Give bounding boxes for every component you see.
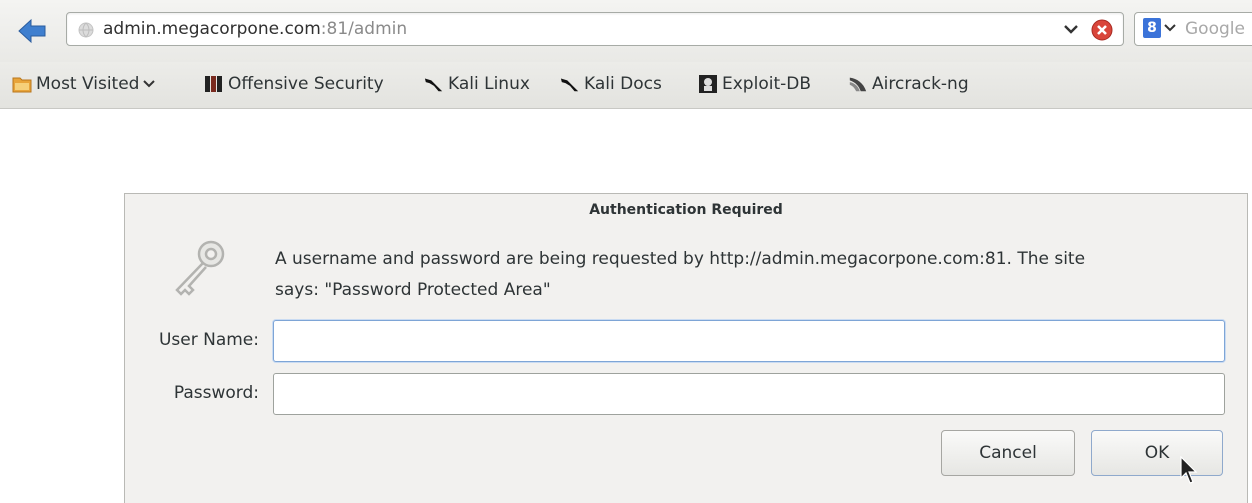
globe-icon (78, 22, 94, 38)
bookmark-kali-docs[interactable]: Kali Docs (560, 71, 662, 97)
bookmark-kali-linux[interactable]: Kali Linux (424, 71, 530, 97)
username-field[interactable] (273, 320, 1225, 362)
url-path: :81/admin (320, 19, 408, 39)
search-engine-selector[interactable]: 8 (1143, 18, 1176, 38)
bookmark-exploit-db[interactable]: Exploit-DB (698, 71, 811, 97)
folder-icon (12, 74, 32, 94)
url-bar[interactable]: admin.megacorpone.com:81/admin (66, 12, 1124, 46)
offsec-icon (204, 74, 224, 94)
url-text[interactable]: admin.megacorpone.com:81/admin (103, 19, 407, 39)
authentication-dialog: Authentication Required A username and p… (124, 193, 1248, 503)
dialog-message: A username and password are being reques… (275, 244, 1195, 306)
cancel-button[interactable]: Cancel (941, 430, 1075, 476)
navigation-toolbar: admin.megacorpone.com:81/admin 8 Google (0, 0, 1252, 62)
kali-dragon-icon (560, 74, 580, 94)
dialog-message-line: says: "Password Protected Area" (275, 280, 551, 300)
bookmark-most-visited[interactable]: Most Visited (12, 71, 156, 97)
bookmark-label: Kali Docs (584, 74, 662, 94)
bookmark-label: Exploit-DB (722, 74, 811, 94)
back-arrow-icon (18, 18, 46, 44)
chevron-down-icon (1164, 24, 1176, 32)
key-icon (175, 240, 225, 296)
bookmark-aircrack-ng[interactable]: Aircrack-ng (848, 71, 969, 97)
bookmark-label: Offensive Security (228, 74, 384, 94)
password-field[interactable] (273, 373, 1225, 415)
mouse-cursor-icon (1180, 456, 1198, 484)
password-label: Password: (173, 383, 259, 403)
bookmark-offensive-security[interactable]: Offensive Security (204, 71, 384, 97)
google-icon: 8 (1143, 18, 1161, 38)
search-bar[interactable]: 8 Google (1134, 12, 1252, 46)
kali-dragon-icon (424, 74, 444, 94)
username-label: User Name: (158, 330, 259, 350)
search-input[interactable]: Google (1185, 19, 1245, 39)
url-host: admin.megacorpone.com (103, 19, 321, 39)
chevron-down-icon (143, 80, 156, 88)
ok-button[interactable]: OK (1091, 430, 1223, 476)
chevron-down-icon[interactable] (1063, 22, 1079, 36)
dialog-title: Authentication Required (589, 202, 783, 218)
bookmark-label: Most Visited (36, 74, 140, 94)
dialog-message-line: A username and password are being reques… (275, 249, 1086, 269)
stop-icon[interactable] (1091, 19, 1113, 41)
back-button[interactable] (14, 16, 50, 46)
exploitdb-icon (698, 74, 718, 94)
bookmarks-toolbar: Most Visited Offensive Security Kali Lin… (0, 62, 1252, 109)
bookmark-label: Kali Linux (448, 74, 530, 94)
bookmark-label: Aircrack-ng (872, 74, 969, 94)
aircrack-icon (848, 74, 868, 94)
